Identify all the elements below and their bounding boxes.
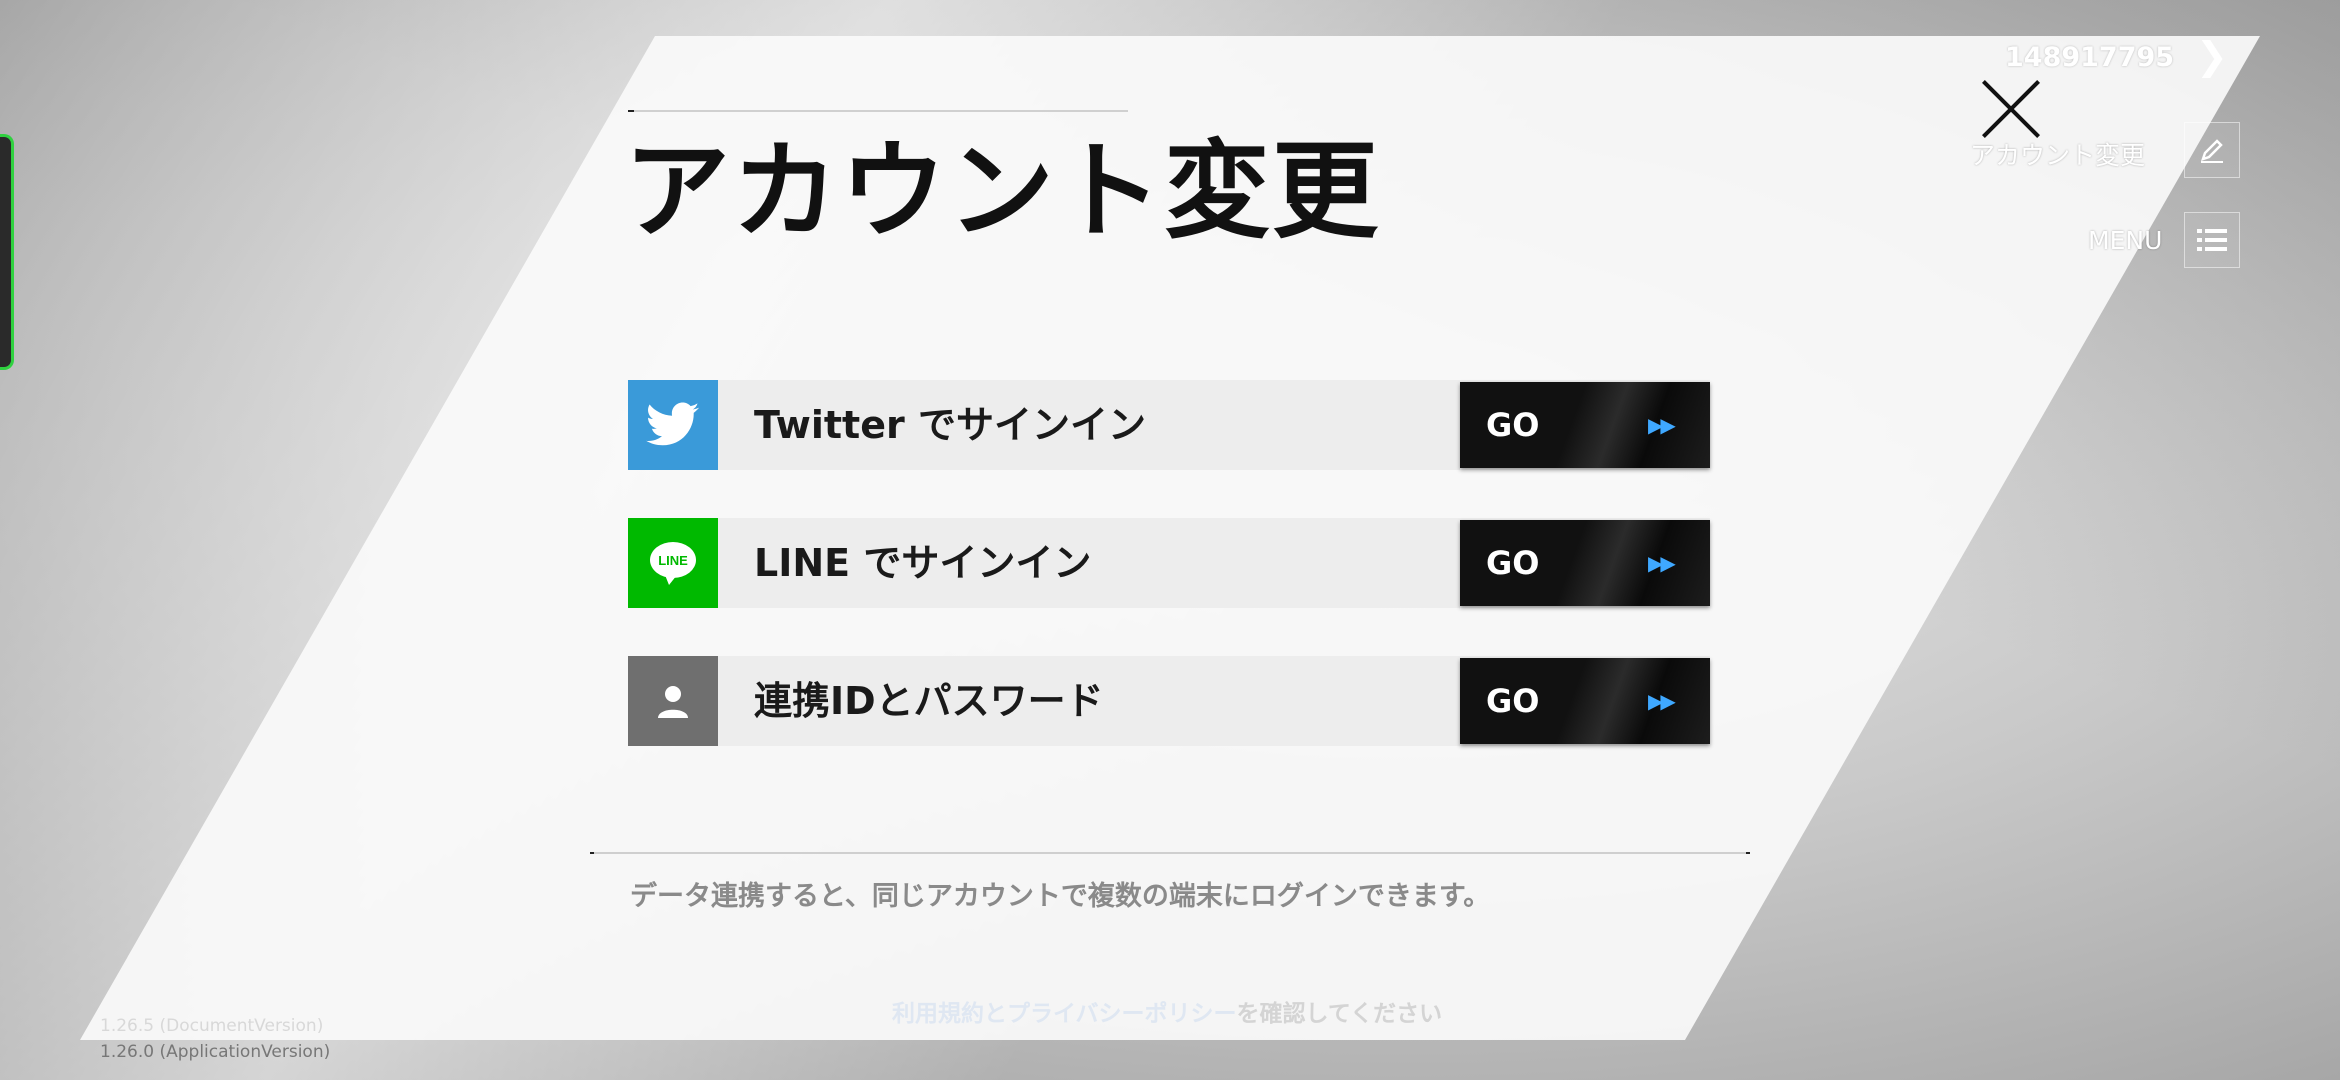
line-icon-box: LINE [628,518,718,608]
edit-button[interactable] [2184,122,2240,178]
line-logo-icon: LINE [650,542,696,585]
policy-notice: 利用規約とプライバシーポリシーを確認してください [892,994,1442,1028]
twitter-bird-icon [646,402,700,446]
application-version: 1.26.0 (ApplicationVersion) [100,1042,331,1062]
twitter-signin-label: Twitter でサインイン [754,403,1146,447]
page-title: アカウント変更 [624,130,1380,253]
twitter-signin-row[interactable]: Twitter でサインイン GO ▶▶ [628,380,1710,470]
menu-label: MENU [2088,226,2163,255]
go-label: GO [1486,406,1540,444]
line-go-button[interactable]: GO ▶▶ [1460,520,1710,606]
menu-list-icon [2197,229,2227,251]
data-link-note: データ連携すると、同じアカウントで複数の端末にログインできます。 [630,881,1491,912]
bottom-rule [590,852,1750,854]
go-label: GO [1486,682,1540,720]
fast-forward-icon: ▶▶ [1648,689,1676,713]
account-change-label: アカウント変更 [1970,141,2146,170]
policy-suffix: を確認してください [1236,1001,1443,1027]
line-signin-row[interactable]: LINE LINE でサインイン GO ▶▶ [628,518,1710,608]
terms-privacy-link[interactable]: 利用規約とプライバシーポリシー [892,1001,1237,1027]
id-password-label: 連携IDとパスワード [754,679,1104,723]
twitter-icon-box [628,380,718,470]
user-icon-box [628,656,718,746]
side-drawer-handle[interactable] [0,134,14,370]
user-icon [658,686,688,718]
user-id: 148917795 [2005,42,2175,73]
fast-forward-icon: ▶▶ [1648,413,1676,437]
close-button[interactable] [1976,74,2046,144]
twitter-go-button[interactable]: GO ▶▶ [1460,382,1710,468]
pencil-icon [2201,139,2223,163]
id-password-row[interactable]: 連携IDとパスワード GO ▶▶ [628,656,1710,746]
id-password-go-button[interactable]: GO ▶▶ [1460,658,1710,744]
user-id-arrow-icon[interactable]: ❯ [2196,34,2228,78]
fast-forward-icon: ▶▶ [1648,551,1676,575]
title-rule [628,110,1128,112]
go-label: GO [1486,544,1540,582]
document-version: 1.26.5 (DocumentVersion) [100,1016,324,1036]
line-logo-text: LINE [658,553,688,568]
line-signin-label: LINE でサインイン [754,541,1092,585]
menu-button[interactable] [2184,212,2240,268]
